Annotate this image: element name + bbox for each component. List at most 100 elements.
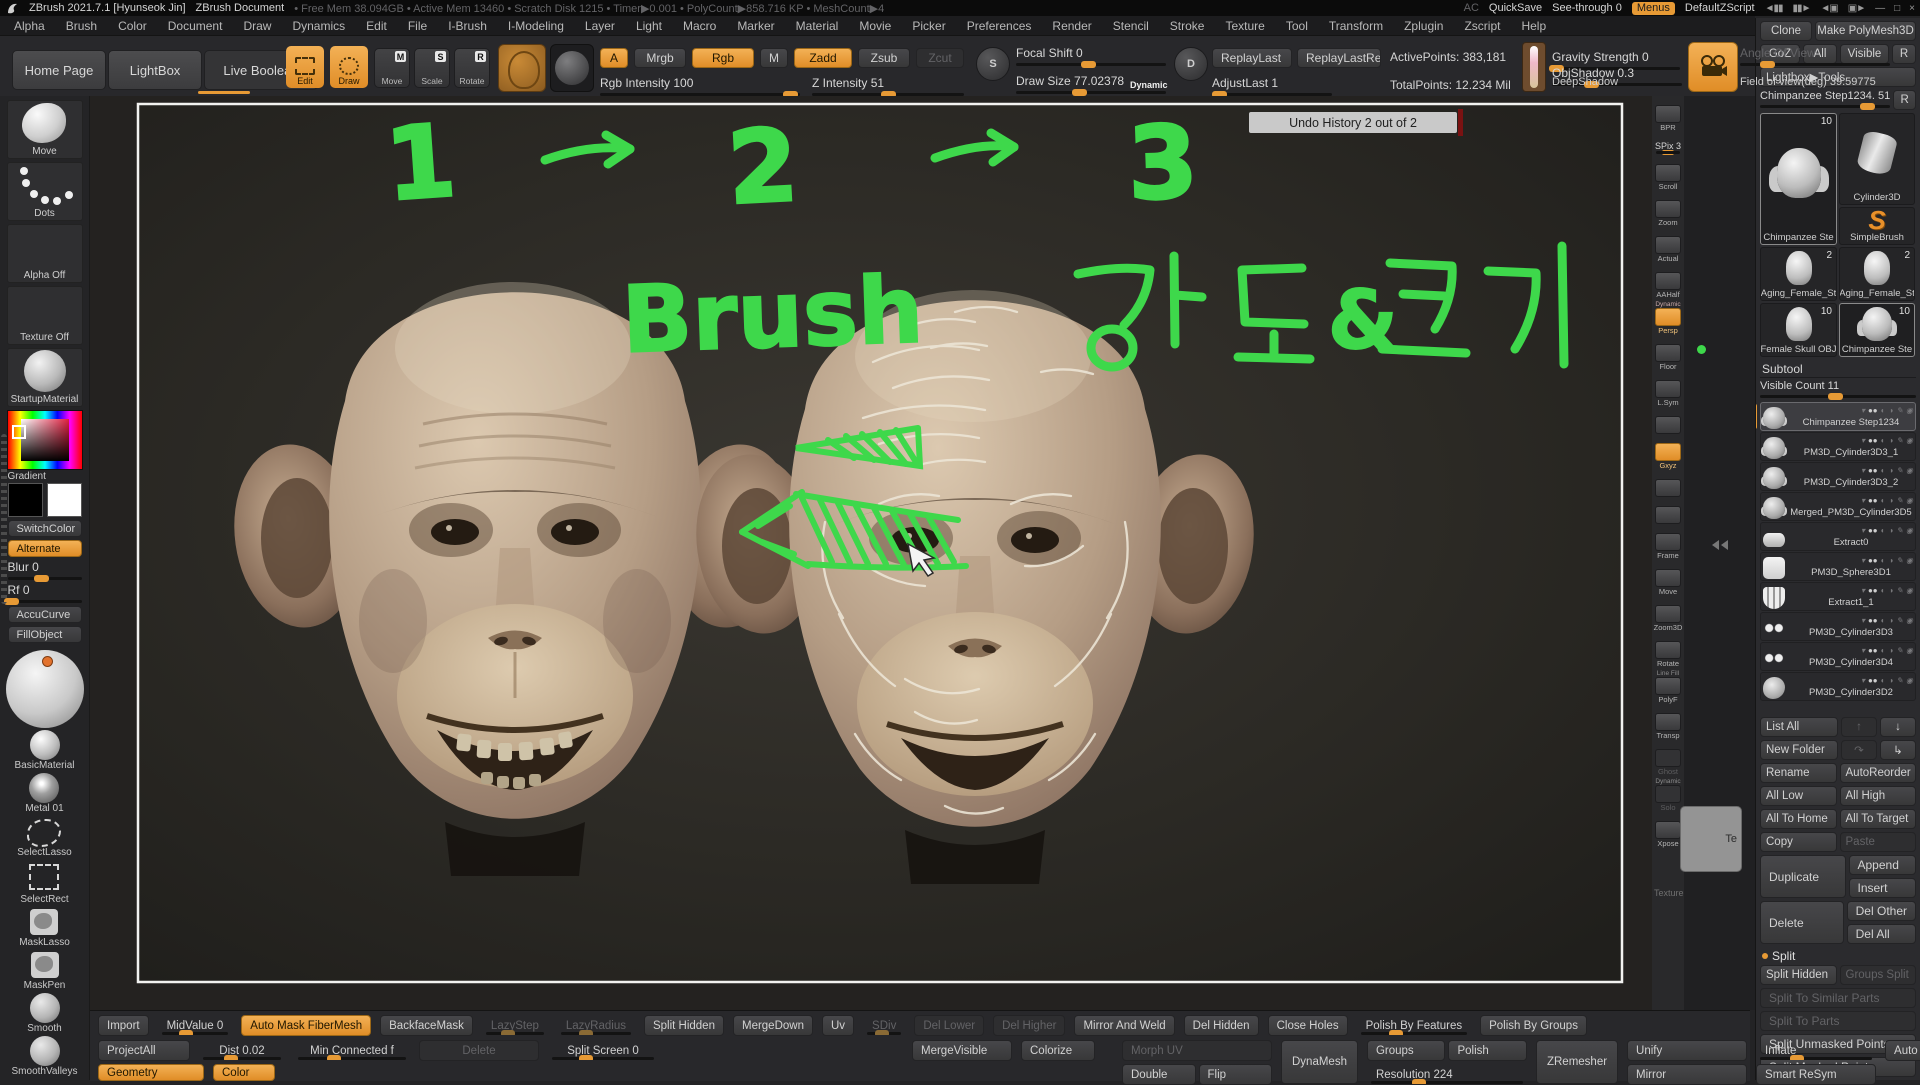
tool-tile-simplebrush[interactable]: S SimpleBrush [1839,207,1915,245]
subtool-item[interactable]: ▾●●◐◑✎◉ Chimpanzee Step1234 [1760,402,1916,431]
menu-item[interactable]: Stroke [1170,19,1205,33]
menu-item[interactable]: Material [796,19,839,33]
subtool-item[interactable]: ▾●●◐◑✎◉ Extract1_1 [1760,582,1916,611]
move-up-button[interactable]: ↑ [1841,717,1877,737]
shelf-tool[interactable]: SelectLasso [17,816,71,858]
tool-tile-chimpanzee-2[interactable]: 10 Chimpanzee Ste [1839,303,1915,357]
menu-item[interactable]: Zscript [1464,19,1500,33]
bottom-bar-button[interactable]: Uv [822,1015,854,1036]
menu-item[interactable]: Document [168,19,223,33]
menu-item[interactable]: Macro [683,19,716,33]
append-button[interactable]: Append [1849,855,1917,875]
delete-loops-button[interactable]: Delete [419,1040,539,1061]
shelf-toggle[interactable] [1653,499,1683,524]
shelf-toggle[interactable]: Ghost [1653,742,1683,776]
alpha-selector[interactable]: Alpha Off [7,224,83,283]
shelf-scroll-handle[interactable] [1,434,7,604]
tray-right-icon[interactable]: ▮▮► [1792,3,1810,14]
subtool-item[interactable]: ▾●●◐◑✎◉ PM3D_Sphere3D1 [1760,552,1916,581]
shelf-toggle[interactable] [1653,472,1683,497]
doc-prev-icon[interactable]: ◄▣ [1820,3,1837,14]
bottom-bar-button[interactable]: Close Holes [1268,1015,1348,1036]
divider-collapse-handle[interactable] [1712,540,1728,550]
subtool-icon-row[interactable]: ▾●●◐◑✎◉ [1789,524,1913,537]
color-section-button[interactable]: Color [213,1064,275,1081]
zsub-toggle[interactable]: Zsub [858,48,910,68]
brush-selector[interactable]: Move [7,100,83,159]
stroke-dial-icon[interactable]: S [976,47,1010,81]
clone-button[interactable]: Clone [1760,21,1812,41]
lightbox-button[interactable]: LightBox [108,50,202,90]
color-swatches[interactable] [8,483,82,517]
dynamic-label[interactable]: Dynamic [1130,80,1168,90]
replay-last-rel-button[interactable]: ReplayLastRel [1297,48,1381,68]
default-zscript-button[interactable]: DefaultZScript [1685,2,1755,14]
bottom-bar-button[interactable]: Del Lower [914,1015,984,1036]
shelf-toggle[interactable]: Xpose [1653,814,1683,848]
bottom-bar-button[interactable]: Split Hidden [644,1015,724,1036]
bottom-bar-button[interactable]: MergeDown [733,1015,813,1036]
pair-left-button[interactable]: Copy [1760,832,1837,852]
shelf-toggle[interactable]: Line Fill PolyF [1653,670,1683,704]
bottom-bar-button[interactable]: Del Hidden [1184,1015,1259,1036]
tool-tile-aging-female-1[interactable]: 2 Aging_Female_St [1760,247,1837,301]
focal-shift-slider[interactable]: Focal Shift 0 [1016,46,1166,66]
del-all-button[interactable]: Del All [1847,924,1916,944]
subtool-icon-row[interactable]: ▾●●◐◑✎◉ [1789,674,1913,687]
menu-item[interactable]: I-Brush [448,19,487,33]
bottom-bar-button[interactable]: Polish By Features [1357,1015,1472,1036]
main-color-swatch[interactable] [8,483,43,517]
bottom-bar-button[interactable]: Mirror And Weld [1074,1015,1174,1036]
menus-button[interactable]: Menus [1632,2,1675,15]
minimize-icon[interactable]: — [1875,3,1884,14]
del-other-button[interactable]: Del Other [1847,901,1916,921]
shelf-tool[interactable]: BasicMaterial [14,730,74,771]
menu-item[interactable]: Stencil [1113,19,1149,33]
zadd-toggle[interactable]: Zadd [794,48,852,68]
groups-split-button[interactable]: Groups Split [1840,965,1917,985]
shelf-toggle[interactable]: Zoom [1653,193,1683,227]
menu-item[interactable]: File [408,19,427,33]
document-view[interactable]: Undo History 2 out of 2 1 2 3 Brush & [90,96,1652,1010]
pair-right-button[interactable]: All High [1840,786,1917,806]
secondary-color-swatch[interactable] [47,483,82,517]
m-toggle[interactable]: M [760,48,788,68]
menu-item[interactable]: Edit [366,19,387,33]
subtool-item[interactable]: ▾●●◐◑✎◉ PM3D_Cylinder3D3_1 [1760,432,1916,461]
list-all-button[interactable]: List All [1760,717,1838,737]
deep-shadow-label[interactable]: DeepShadow [1552,76,1618,88]
saturation-square[interactable] [21,419,69,461]
subtool-item[interactable]: ▾●●◐◑✎◉ Extract0 [1760,522,1916,551]
bottom-bar-button[interactable]: Polish By Groups [1480,1015,1587,1036]
inflate-slider[interactable]: Inflate [1756,1040,1876,1061]
subtool-icon-row[interactable]: ▾●●◐◑✎◉ [1789,494,1913,507]
geometry-section-button[interactable]: Geometry [98,1064,204,1081]
subtool-icon-row[interactable]: ▾●●◐◑✎◉ [1789,584,1913,597]
subtool-icon-row[interactable]: ▾●●◐◑✎◉ [1789,434,1913,447]
bottom-bar-button[interactable]: MidValue 0 [158,1015,233,1036]
subtool-icon-row[interactable]: ▾●●◐◑✎◉ [1789,404,1913,417]
shelf-toggle[interactable]: Floor [1653,337,1683,371]
bottom-bar-button[interactable]: Del Higher [993,1015,1065,1036]
shelf-toggle[interactable]: Scroll [1653,157,1683,191]
menu-item[interactable]: Draw [243,19,271,33]
shelf-toggle[interactable]: Zoom3D [1653,598,1683,632]
tool-tile-aging-female-2[interactable]: 2 Aging_Female_St [1839,247,1915,301]
menu-item[interactable]: Alpha [14,19,45,33]
pair-left-button[interactable]: Rename [1760,763,1837,783]
gradient-label[interactable]: Gradient [8,470,82,483]
shelf-tool[interactable]: SelectRect [20,860,68,905]
menu-item[interactable]: Color [118,19,147,33]
current-brush-preview[interactable] [498,44,546,92]
shelf-toggle[interactable]: Transp [1653,706,1683,740]
goz-r-button[interactable]: R [1892,44,1916,64]
split-section-header[interactable]: Split [1760,947,1916,965]
shelf-toggle[interactable]: Rotate [1653,634,1683,668]
adjust-last-slider[interactable]: AdjustLast 1 [1212,76,1332,96]
subtool-icon-row[interactable]: ▾●●◐◑✎◉ [1789,614,1913,627]
shelf-toggle[interactable]: AAHalf [1653,265,1683,299]
zremesher-button[interactable]: ZRemesher [1536,1040,1618,1084]
texture-preview-popup[interactable]: Te [1680,806,1742,872]
min-connected-slider[interactable]: Min Connected f [294,1040,410,1061]
groups-button[interactable]: Groups [1367,1040,1446,1061]
